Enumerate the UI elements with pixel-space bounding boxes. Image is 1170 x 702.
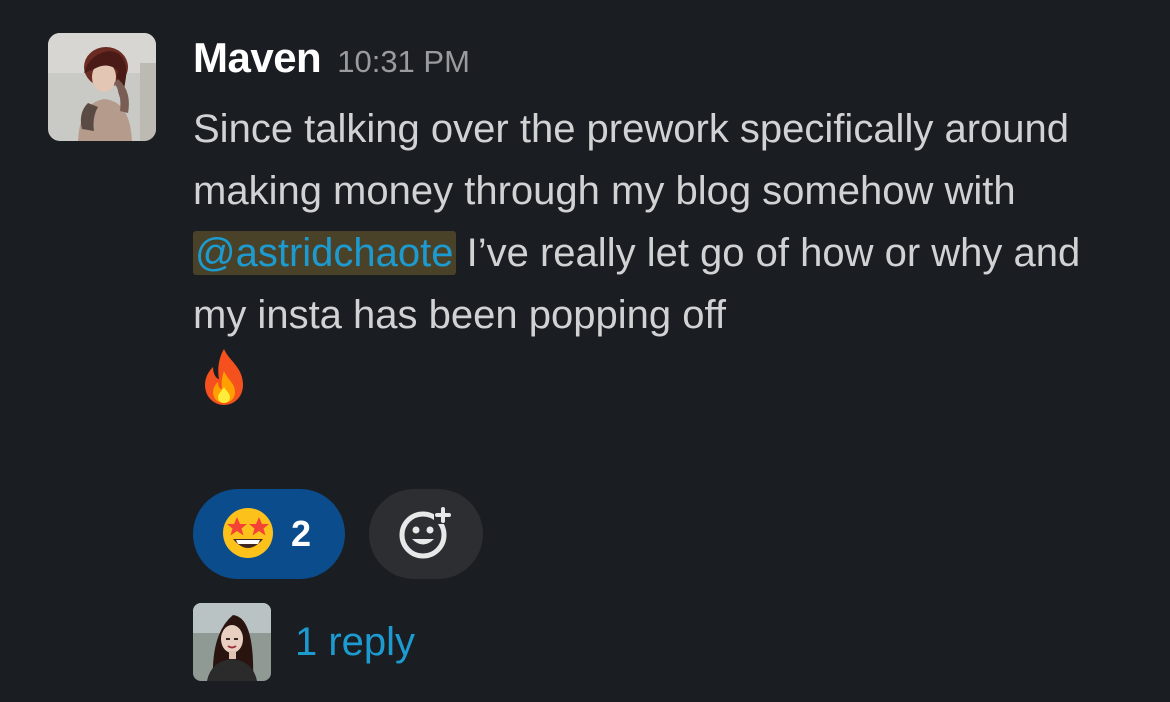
reactions-bar: 2 — [193, 489, 483, 579]
message: Maven 10:31 PM Since talking over the pr… — [0, 0, 1170, 702]
replier-avatar[interactable] — [193, 603, 271, 681]
add-emoji-icon — [396, 502, 456, 567]
reply-count-link[interactable]: 1 reply — [295, 620, 415, 665]
thread-summary[interactable]: 1 reply — [193, 603, 415, 681]
user-mention[interactable]: @astridchaote — [193, 231, 456, 275]
emoji-line — [193, 346, 1143, 412]
author-name[interactable]: Maven — [193, 34, 322, 82]
author-avatar[interactable] — [48, 33, 156, 141]
reaction-count: 2 — [291, 513, 312, 554]
add-reaction-button[interactable] — [369, 489, 483, 579]
timestamp[interactable]: 10:31 PM — [337, 44, 470, 80]
star-struck-emoji-icon — [219, 503, 277, 566]
message-text-part: Since talking over the prework specifica… — [193, 107, 1069, 213]
message-header: Maven 10:31 PM — [193, 34, 1143, 94]
reaction-star-struck[interactable]: 2 — [193, 489, 345, 579]
message-text: Since talking over the prework specifica… — [193, 98, 1123, 346]
message-content: Maven 10:31 PM Since talking over the pr… — [193, 34, 1143, 412]
fire-emoji-icon — [199, 347, 249, 412]
